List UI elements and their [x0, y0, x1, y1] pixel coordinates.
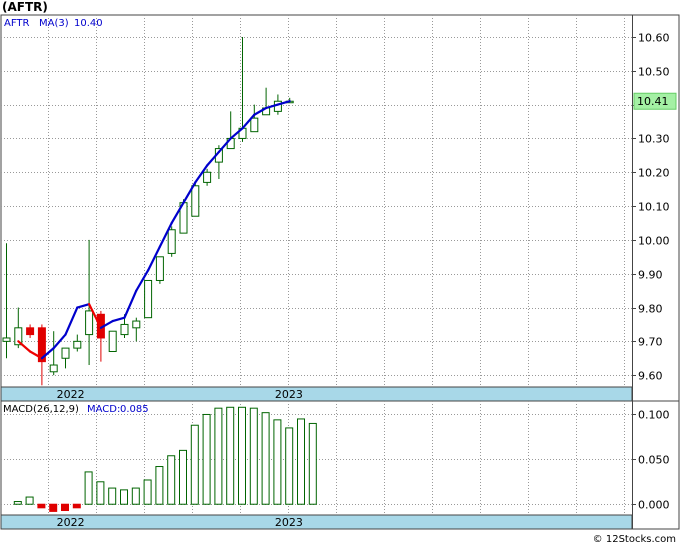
candle-body	[167, 229, 176, 254]
macd-bar	[143, 479, 152, 505]
date-axis-band	[0, 514, 633, 530]
legend-macd-value: 0.085	[120, 404, 149, 415]
candle-body	[108, 330, 117, 352]
x-tick-label: 2022	[57, 388, 85, 401]
y-tick-label: 10.00	[638, 235, 670, 248]
panel-frame	[0, 400, 680, 530]
macd-bar	[226, 406, 235, 505]
last-price-label: 10.41	[637, 95, 669, 108]
candle-body	[49, 364, 58, 373]
y-tick-label: 10.50	[638, 66, 670, 79]
macd-bar	[13, 501, 22, 505]
candle-body	[120, 323, 129, 336]
macd-bar	[238, 406, 246, 505]
candle-body	[250, 117, 259, 133]
macd-bar	[261, 412, 270, 505]
candle-body	[155, 256, 164, 281]
x-tick-label: 2023	[275, 388, 303, 401]
y-tick-label: 9.80	[638, 303, 663, 316]
candle-body	[26, 327, 35, 336]
candle-body	[144, 279, 153, 319]
macd-panel: 0.000 0.050 0.100 2022 2023 MACD(26,12,9) MACD…	[0, 400, 680, 530]
candle-body	[132, 320, 141, 329]
macd-bar	[37, 503, 46, 509]
macd-bar	[49, 503, 58, 512]
macd-bar	[297, 418, 305, 505]
macd-bar	[285, 427, 294, 505]
macd-bar	[120, 489, 128, 505]
x-tick-label: 2022	[57, 516, 85, 529]
macd-bar	[72, 503, 81, 509]
candle-body	[191, 185, 200, 217]
y-tick-label: 10.20	[638, 167, 670, 180]
macd-bar	[249, 407, 258, 505]
legend-ma-label: MA(3)	[39, 18, 69, 29]
chart-canvas: 9.60 9.70 9.80 9.90 10.00 10.10 10.20 10.30 10.4…	[0, 14, 680, 530]
macd-bar	[273, 419, 282, 505]
candle-body	[85, 310, 94, 336]
footer-credit: © 12Stocks.com	[592, 534, 676, 545]
macd-bar	[96, 481, 105, 505]
candle-body	[61, 347, 70, 359]
macd-bar	[190, 424, 199, 505]
macd-bar	[61, 503, 69, 512]
date-axis-band	[0, 386, 633, 402]
candle-body	[203, 171, 212, 183]
y-tick-label: 0.000	[638, 499, 670, 512]
legend-macd-name: MACD(26,12,9)	[3, 404, 79, 415]
macd-bar	[214, 407, 223, 505]
y-tick-label: 9.60	[638, 370, 663, 383]
legend-ma-value: 10.40	[74, 18, 103, 29]
legend-macd-label: MACD:	[87, 404, 120, 415]
macd-bar	[131, 487, 140, 505]
legend-series-name: AFTR	[4, 18, 30, 29]
macd-bar	[167, 455, 176, 505]
y-tick-label: 10.60	[638, 32, 670, 45]
macd-bar	[308, 422, 317, 505]
macd-bar	[202, 413, 211, 505]
y-tick-label: 10.10	[638, 201, 670, 214]
y-tick-label: 0.100	[638, 409, 670, 422]
candle-body	[73, 340, 82, 349]
y-tick-label: 9.70	[638, 336, 663, 349]
macd-bar	[179, 449, 187, 505]
macd-bar	[25, 496, 34, 505]
y-tick-label: 0.050	[638, 454, 670, 467]
panel-frame	[0, 14, 680, 402]
x-tick-label: 2023	[275, 516, 303, 529]
macd-bar	[84, 471, 93, 505]
y-tick-label: 10.30	[638, 133, 670, 146]
y-tick-label: 9.90	[638, 269, 663, 282]
candle-body	[2, 337, 11, 342]
macd-bar	[155, 466, 164, 505]
macd-bar	[108, 487, 117, 505]
price-panel: 9.60 9.70 9.80 9.90 10.00 10.10 10.20 10.30 10.4…	[0, 14, 680, 402]
